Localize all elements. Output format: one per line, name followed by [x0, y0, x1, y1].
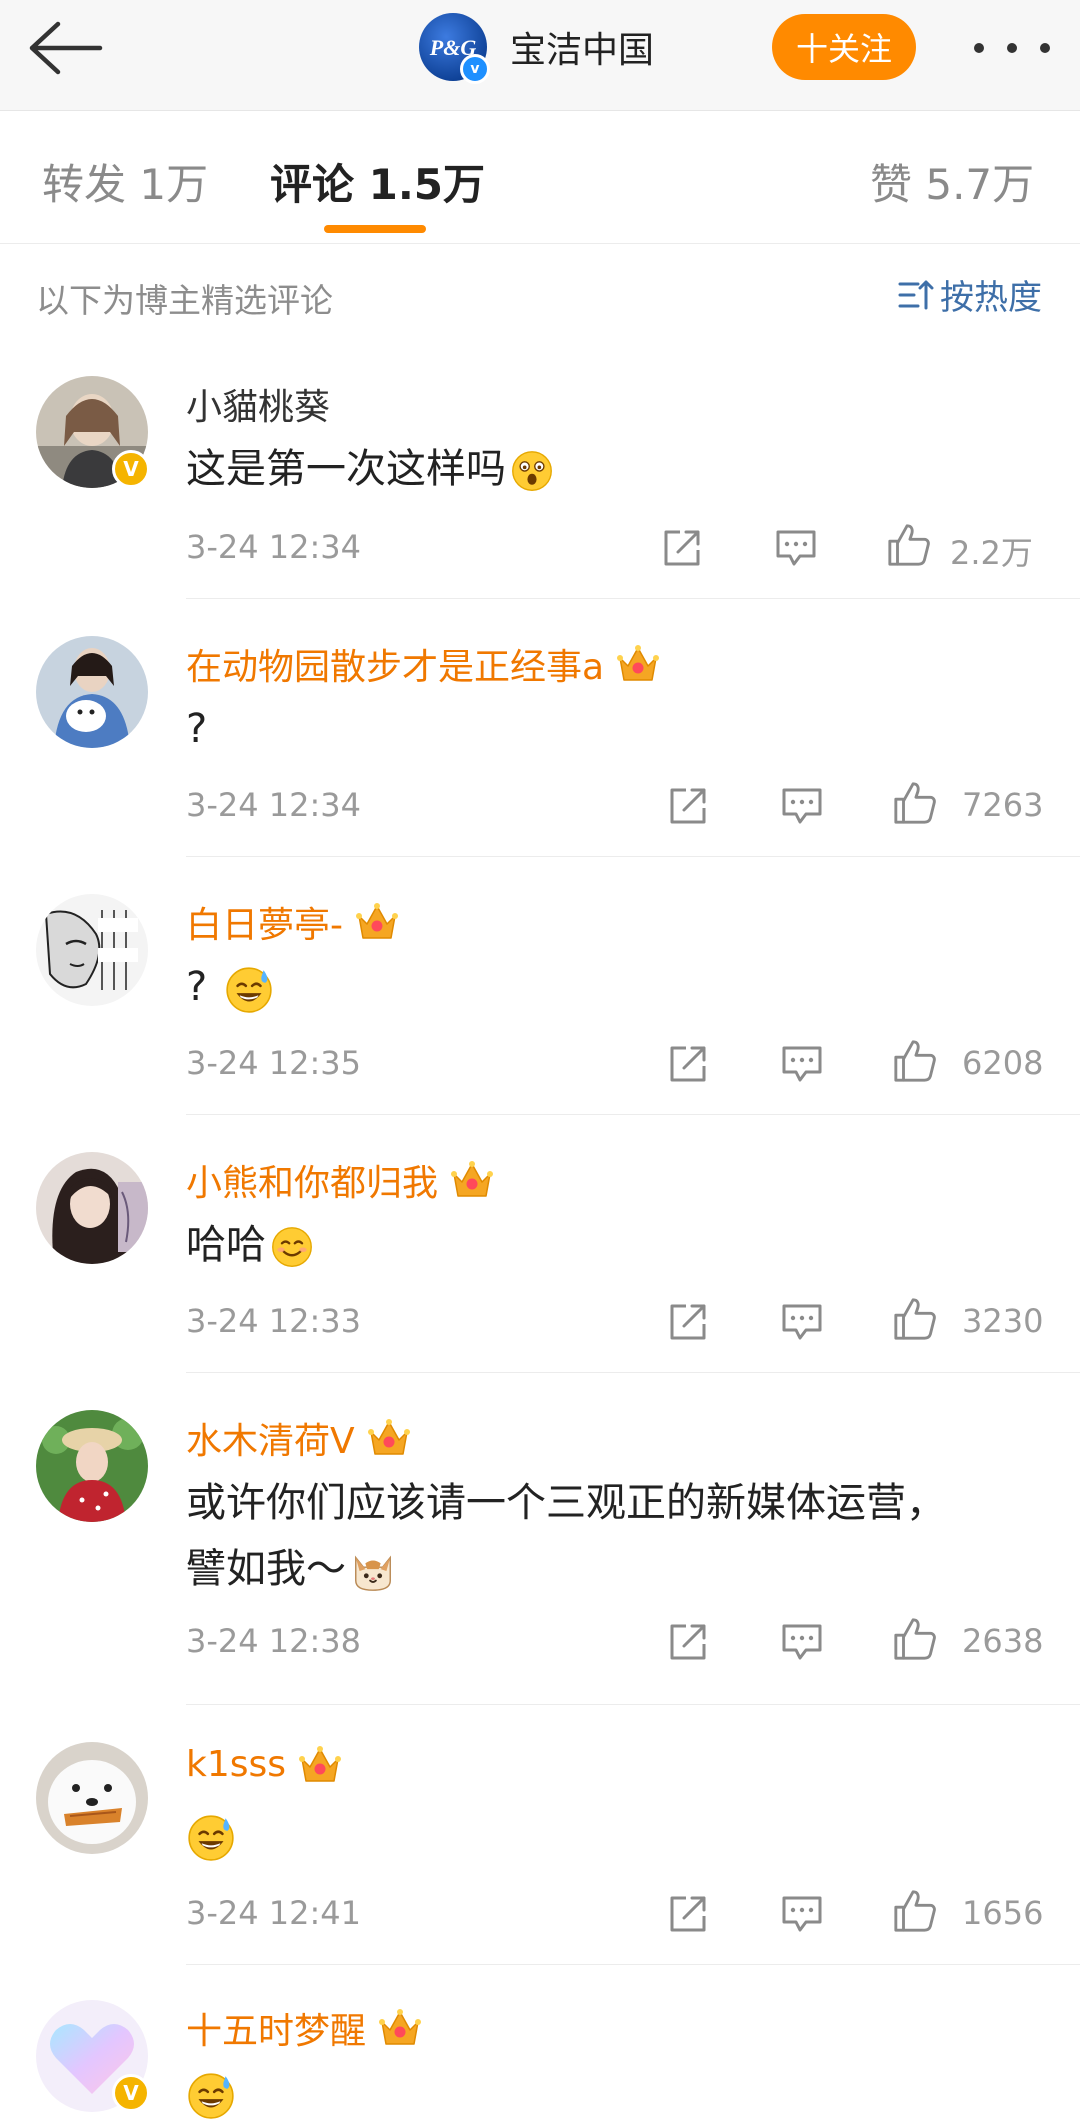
share-icon[interactable] [666, 1042, 710, 1086]
share-icon[interactable] [666, 784, 710, 828]
vip-crown-icon [616, 644, 660, 684]
follow-button[interactable]: 十关注 [772, 14, 916, 80]
vip-crown-icon [367, 1418, 411, 1458]
divider [186, 1704, 1080, 1705]
active-tab-indicator [324, 225, 426, 233]
comment-text: 哈哈 [186, 1212, 1046, 1278]
commenter-name[interactable]: 十五时梦醒 [186, 2002, 422, 2054]
account-header[interactable]: P&G v 宝洁中国 [418, 12, 655, 84]
more-dots-icon[interactable] [974, 38, 1050, 58]
like-icon[interactable] [892, 1038, 938, 1084]
tab-reposts[interactable]: 转发 1万 [42, 151, 208, 212]
reply-icon[interactable] [780, 1892, 824, 1936]
divider [186, 598, 1080, 599]
sweat-smile-emoji-icon [224, 964, 274, 1014]
brand-logo: P&G v [418, 12, 490, 84]
like-count: 2638 [962, 1622, 1044, 1660]
avatar[interactable] [36, 1410, 148, 1522]
like-count: 1656 [962, 1894, 1044, 1932]
comment-text: ? [186, 954, 1046, 1020]
commenter-name[interactable]: k1sss [186, 1744, 342, 1785]
shocked-emoji-icon [510, 449, 554, 493]
share-icon[interactable] [666, 1300, 710, 1344]
comment-time: 3-24 12:33 [186, 1302, 362, 1340]
reply-icon[interactable] [780, 1620, 824, 1664]
comment-time: 3-24 12:41 [186, 1894, 362, 1932]
like-count: 2.2万 [950, 534, 1033, 572]
account-name: 宝洁中国 [510, 30, 655, 71]
comment-text [186, 1802, 1046, 1868]
sort-toggle[interactable]: 按热度 [898, 270, 1042, 319]
commenter-name[interactable]: 在动物园散步才是正经事a [186, 638, 660, 690]
sweat-smile-emoji-icon [186, 1812, 236, 1862]
commenter-name[interactable]: 白日夢亭- [186, 896, 399, 948]
reply-icon[interactable] [774, 526, 818, 570]
comment-text: 这是第一次这样吗 [186, 436, 1046, 502]
divider [186, 1372, 1080, 1373]
avatar[interactable] [36, 894, 148, 1006]
divider [186, 1964, 1080, 1965]
like-count: 3230 [962, 1302, 1044, 1340]
avatar[interactable] [36, 1152, 148, 1264]
smile-emoji-icon [270, 1225, 314, 1269]
share-icon[interactable] [666, 1620, 710, 1664]
like-icon[interactable] [892, 1616, 938, 1662]
like-icon[interactable] [886, 522, 932, 568]
commenter-name[interactable]: 小貓桃葵 [186, 378, 330, 430]
tab-likes[interactable]: 赞 5.7万 [870, 151, 1034, 212]
selected-comments-caption: 以下为博主精选评论 [36, 281, 333, 320]
sort-toggle-label: 按热度 [940, 278, 1042, 318]
top-bar: P&G v 宝洁中国 十关注 [0, 0, 1080, 111]
verified-badge-icon: v [460, 54, 490, 84]
like-icon[interactable] [892, 1888, 938, 1934]
verified-badge-icon: V [112, 450, 150, 488]
reply-icon[interactable] [780, 1042, 824, 1086]
like-count: 7263 [962, 786, 1044, 824]
reply-icon[interactable] [780, 1300, 824, 1344]
like-icon[interactable] [892, 780, 938, 826]
comment-time: 3-24 12:38 [186, 1622, 362, 1660]
avatar[interactable] [36, 1742, 148, 1854]
like-icon[interactable] [892, 1296, 938, 1342]
comment-time: 3-24 12:35 [186, 1044, 362, 1082]
comment-text: ? [186, 706, 208, 752]
vip-crown-icon [450, 1160, 494, 1200]
divider [186, 1114, 1080, 1115]
avatar[interactable] [36, 636, 148, 748]
divider [186, 856, 1080, 857]
back-arrow-icon[interactable] [28, 18, 104, 78]
sweat-smile-emoji-icon [186, 2070, 236, 2120]
comment-time: 3-24 12:34 [186, 786, 362, 824]
share-icon[interactable] [666, 1892, 710, 1936]
reply-icon[interactable] [780, 784, 824, 828]
comment-text: 或许你们应该请一个三观正的新媒体运营， 譬如我～ [186, 1480, 946, 1594]
commenter-name[interactable]: 小熊和你都归我 [186, 1154, 494, 1206]
vip-crown-icon [298, 1745, 342, 1785]
commenter-name[interactable]: 水木清荷V [186, 1412, 411, 1464]
verified-badge-icon: V [112, 2074, 150, 2112]
vip-crown-icon [355, 902, 399, 942]
tab-comments[interactable]: 评论 1.5万 [270, 151, 485, 212]
cat-emoji-icon [350, 1548, 396, 1594]
sort-row: 以下为博主精选评论 按热度 [0, 244, 1080, 354]
share-icon[interactable] [660, 526, 704, 570]
sort-icon [898, 280, 934, 309]
comment-time: 3-24 12:34 [186, 528, 362, 566]
tab-bar: 转发 1万 评论 1.5万 赞 5.7万 [0, 111, 1080, 244]
comment-text [186, 2060, 1046, 2126]
like-count: 6208 [962, 1044, 1044, 1082]
vip-crown-icon [378, 2008, 422, 2048]
